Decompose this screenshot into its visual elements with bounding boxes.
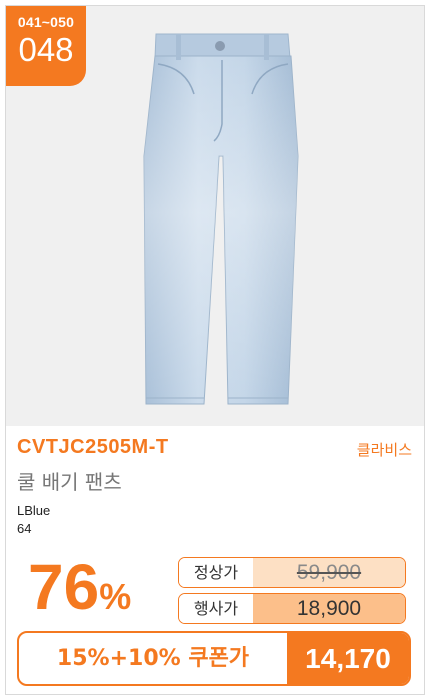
discount-rate: 76% — [28, 551, 131, 623]
product-code: CVTJC2505M-T — [17, 436, 169, 458]
regular-price-row: 정상가 59,900 — [178, 557, 406, 588]
coupon-price-label: 15%+10% 쿠폰가 — [56, 646, 250, 671]
event-price-row: 행사가 18,900 — [178, 593, 406, 624]
product-size: 64 — [17, 521, 32, 536]
event-price-label: 행사가 — [179, 594, 253, 623]
brand-name: 클라비스 — [356, 441, 412, 459]
product-name[interactable]: 쿨 배기 팬츠 — [17, 466, 122, 495]
discount-unit: % — [99, 576, 132, 617]
product-color: LBlue — [17, 503, 51, 518]
product-number: 048 — [18, 31, 74, 68]
regular-price: 59,900 — [253, 558, 405, 587]
product-card[interactable]: 041~050 048 CVTJC2505M-T 클라비스 쿨 배기 팬츠 LB… — [5, 5, 425, 695]
discount-value: 76 — [28, 551, 100, 623]
event-price: 18,900 — [253, 594, 405, 623]
number-range-label: 041~050 — [17, 14, 75, 30]
coupon-price: 14,170 — [287, 633, 409, 684]
product-number-badge: 041~050 048 — [6, 6, 86, 86]
regular-price-label: 정상가 — [179, 558, 253, 587]
product-image[interactable]: 041~050 048 — [6, 6, 424, 426]
coupon-price-box[interactable]: 15%+10% 쿠폰가 14,170 — [17, 631, 411, 686]
